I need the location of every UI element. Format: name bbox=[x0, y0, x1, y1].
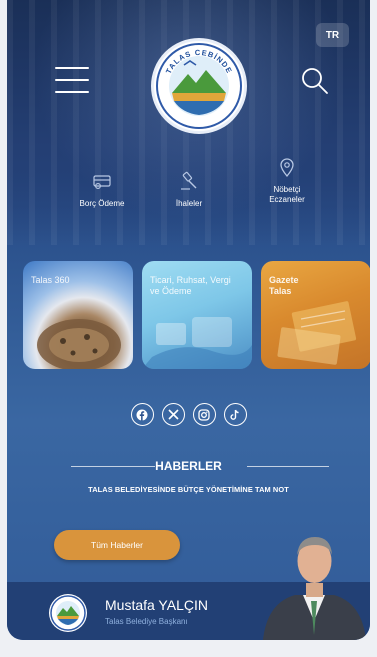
facebook-icon bbox=[136, 409, 148, 420]
mayor-logo bbox=[49, 594, 87, 632]
instagram-icon bbox=[198, 408, 210, 421]
logo-emblem-small bbox=[50, 595, 86, 631]
card-label: Ticari, Ruhsat, Vergi ve Ödeme bbox=[150, 275, 231, 296]
menu-button[interactable] bbox=[55, 67, 89, 97]
card-label: Talas 360 bbox=[31, 275, 70, 285]
card-ticari-ruhsat[interactable]: Ticari, Ruhsat, Vergi ve Ödeme bbox=[142, 261, 252, 369]
service-cards: Talas 360 Ticari, Ruhsat, Vergi ve Ödeme… bbox=[23, 261, 370, 369]
quick-link-borc-odeme[interactable]: Borç Ödeme bbox=[67, 157, 137, 208]
menu-line bbox=[55, 91, 89, 93]
mayor-name: Mustafa YALÇIN bbox=[105, 597, 208, 613]
payment-icon bbox=[93, 175, 111, 189]
quick-link-label: Nöbetçi Eczaneler bbox=[269, 185, 305, 204]
mayor-role: Talas Belediye Başkanı bbox=[105, 617, 188, 626]
quick-link-nobetci-eczaneler[interactable]: Nöbetçi Eczaneler bbox=[252, 157, 322, 205]
menu-line bbox=[55, 79, 89, 81]
search-icon bbox=[302, 68, 328, 94]
tiktok-icon bbox=[230, 409, 239, 420]
search-button[interactable] bbox=[300, 66, 330, 96]
instagram-link[interactable] bbox=[192, 403, 216, 426]
all-news-button[interactable]: Tüm Haberler bbox=[54, 530, 180, 560]
app-screen: TR TALAS CEBİNDE Borç Ödeme İhaleler Nöb… bbox=[7, 0, 370, 640]
card-gazete-talas[interactable]: Gazete Talas bbox=[261, 261, 370, 369]
logo-emblem: TALAS CEBİNDE bbox=[156, 43, 242, 129]
municipality-logo[interactable]: TALAS CEBİNDE bbox=[151, 38, 247, 134]
auction-icon bbox=[181, 171, 197, 190]
tiktok-link[interactable] bbox=[223, 403, 247, 426]
menu-line bbox=[55, 67, 89, 69]
quick-link-label: Borç Ödeme bbox=[79, 199, 125, 208]
pharmacy-location-icon bbox=[280, 158, 294, 177]
quick-link-label: İhaleler bbox=[175, 199, 203, 208]
social-links bbox=[7, 403, 370, 426]
x-icon bbox=[167, 409, 179, 420]
x-link[interactable] bbox=[161, 403, 185, 426]
card-label: Gazete Talas bbox=[269, 275, 299, 296]
language-button[interactable]: TR bbox=[316, 23, 349, 47]
card-talas-360[interactable]: Talas 360 bbox=[23, 261, 133, 369]
divider-right bbox=[247, 466, 329, 467]
mayor-portrait bbox=[263, 537, 366, 640]
news-headline[interactable]: TALAS BELEDİYESİNDE BÜTÇE YÖNETİMİNE TAM… bbox=[7, 485, 370, 494]
facebook-link[interactable] bbox=[130, 403, 154, 426]
quick-link-ihaleler[interactable]: İhaleler bbox=[154, 157, 224, 208]
